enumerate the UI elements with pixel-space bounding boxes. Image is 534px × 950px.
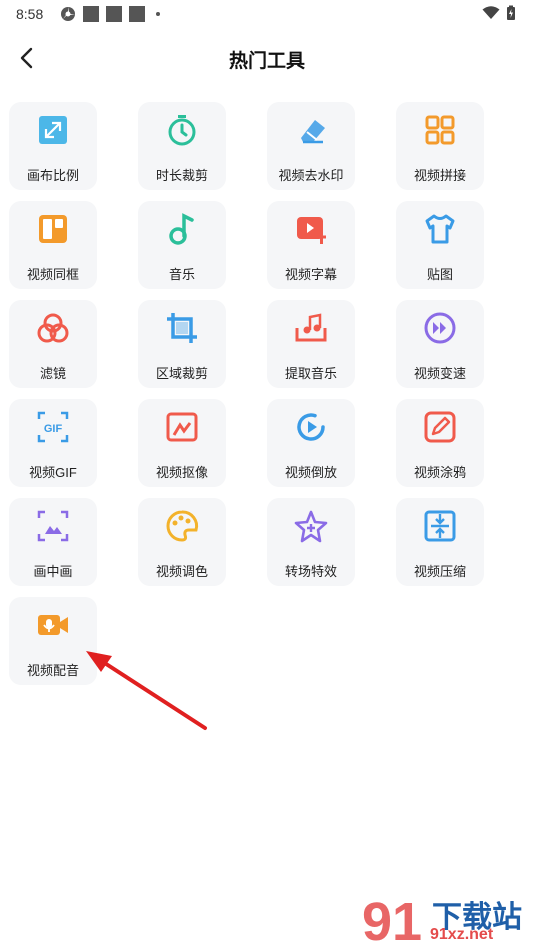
- tool-label: 画中画: [33, 564, 73, 579]
- app-notification-icon: [61, 7, 75, 21]
- filter-icon: [37, 313, 69, 343]
- crop-icon: [167, 313, 197, 343]
- tool-tile[interactable]: 视频涂鸦: [396, 399, 484, 487]
- tool-label: 视频同框: [26, 267, 79, 282]
- more-notifications-icon: [156, 12, 160, 16]
- extract-music-icon: [295, 313, 327, 342]
- tool-label: 视频GIF: [29, 465, 77, 480]
- tool-tile[interactable]: 音乐: [138, 201, 226, 289]
- palette-icon: [166, 510, 199, 542]
- tool-label: 视频去水印: [278, 168, 344, 183]
- tool-label: 贴图: [426, 267, 453, 282]
- tool-label: 提取音乐: [284, 366, 337, 381]
- tool-label: 转场特效: [284, 564, 337, 579]
- tool-label: 滤镜: [39, 366, 66, 381]
- tool-label: 视频倒放: [284, 465, 337, 480]
- tool-label: 画布比例: [26, 168, 79, 183]
- tool-label: 视频抠像: [155, 465, 208, 480]
- transition-star-icon: [294, 510, 328, 543]
- tool-label: 视频压缩: [413, 564, 466, 579]
- tool-tile[interactable]: 转场特效: [267, 498, 355, 586]
- tool-label: 视频拼接: [413, 168, 466, 183]
- tool-label: 区域裁剪: [155, 366, 208, 381]
- tool-tile[interactable]: 滤镜: [9, 300, 97, 388]
- tool-label: 视频涂鸦: [413, 465, 466, 480]
- tool-tile[interactable]: 视频调色: [138, 498, 226, 586]
- tool-label: 视频字幕: [284, 267, 337, 282]
- pip-icon: [37, 510, 69, 542]
- tool-tile[interactable]: 画中画: [9, 498, 97, 586]
- tool-tile[interactable]: 时长裁剪: [138, 102, 226, 190]
- tool-tile[interactable]: 视频同框: [9, 201, 97, 289]
- battery-icon: [507, 5, 515, 20]
- tool-label: 音乐: [168, 267, 195, 282]
- watermark-url: 91xz.net: [430, 926, 494, 943]
- gif-icon: GIF: [37, 411, 69, 443]
- tool-label: 视频调色: [155, 564, 208, 579]
- timer-icon: [168, 115, 196, 146]
- tool-tile[interactable]: 提取音乐: [267, 300, 355, 388]
- split-frame-icon: [39, 215, 67, 243]
- grid-join-icon: [425, 115, 455, 145]
- tool-tile[interactable]: 视频去水印: [267, 102, 355, 190]
- tool-label: 视频变速: [413, 366, 466, 381]
- system-icons: [482, 5, 516, 21]
- speed-icon: [424, 312, 456, 344]
- tool-tile[interactable]: 视频字幕: [267, 201, 355, 289]
- watermark-logo: 91: [362, 892, 422, 950]
- tool-tile[interactable]: GIF 视频GIF: [9, 399, 97, 487]
- tool-label: 视频配音: [26, 663, 79, 678]
- compress-icon: [424, 510, 456, 542]
- tool-label: 时长裁剪: [155, 168, 208, 183]
- tool-tile[interactable]: 贴图: [396, 201, 484, 289]
- tool-tile[interactable]: 视频变速: [396, 300, 484, 388]
- svg-text:91: 91: [362, 892, 422, 950]
- notification-square-icon: [83, 6, 99, 22]
- tool-tile[interactable]: 视频配音: [9, 597, 97, 685]
- svg-text:GIF: GIF: [44, 423, 63, 435]
- tool-tile[interactable]: 区域裁剪: [138, 300, 226, 388]
- notification-icons: [60, 6, 160, 22]
- tool-tile[interactable]: 视频抠像: [138, 399, 226, 487]
- eraser-icon: [301, 120, 325, 144]
- notification-square-icon: [129, 6, 145, 22]
- notification-square-icon: [106, 6, 122, 22]
- doodle-icon: [424, 411, 456, 443]
- tool-tile[interactable]: 视频压缩: [396, 498, 484, 586]
- wifi-icon: [482, 6, 500, 19]
- page-title: 热门工具: [228, 51, 305, 72]
- shirt-icon: [425, 214, 455, 244]
- tool-tile[interactable]: 画布比例: [9, 102, 97, 190]
- music-note-icon: [169, 213, 194, 245]
- canvas-ratio-icon: [39, 116, 67, 144]
- header: 热门工具: [0, 38, 534, 78]
- tool-tile[interactable]: 视频倒放: [267, 399, 355, 487]
- status-bar: 8:58: [0, 0, 534, 30]
- reverse-icon: [297, 413, 325, 441]
- cutout-icon: [166, 412, 198, 442]
- subtitle-icon: [297, 217, 326, 244]
- tool-tile[interactable]: 视频拼接: [396, 102, 484, 190]
- status-time: 8:58: [16, 6, 44, 22]
- voiceover-camera-icon: [38, 615, 68, 635]
